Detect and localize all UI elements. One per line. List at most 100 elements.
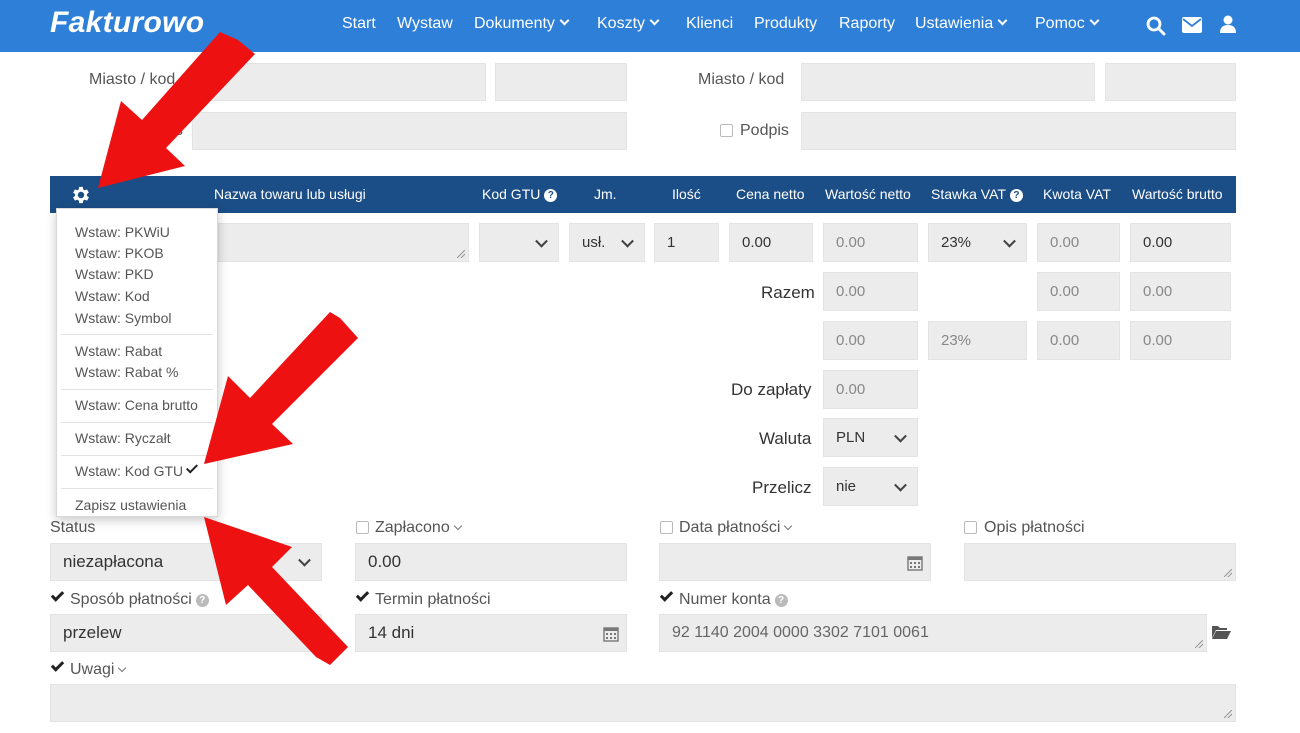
due-label: Termin płatności	[375, 591, 491, 608]
payment-date-label[interactable]: Data płatności	[679, 519, 793, 537]
menu-item-rabat-percent[interactable]: Wstaw: Rabat %	[75, 364, 178, 380]
chevron-down-icon	[649, 15, 660, 26]
to-pay-field: 0.00	[823, 370, 918, 409]
quantity-input[interactable]: 1	[654, 223, 719, 262]
paid-input[interactable]: 0.00	[355, 543, 627, 581]
method-check-icon[interactable]	[50, 588, 65, 602]
help-icon[interactable]: ?	[195, 594, 209, 607]
nav-wystaw[interactable]: Wystaw	[397, 15, 453, 33]
chevron-down-icon	[298, 553, 311, 567]
item-name-textarea[interactable]	[218, 223, 469, 262]
account-check-icon[interactable]	[659, 588, 674, 602]
net-price-input[interactable]: 0.00	[729, 223, 813, 262]
payment-desc-checkbox[interactable]	[964, 521, 977, 534]
seller-zip-input[interactable]	[495, 63, 627, 101]
menu-item-pkob[interactable]: Wstaw: PKOB	[75, 245, 164, 261]
to-pay-label: Do zapłaty	[731, 380, 812, 399]
calendar-icon[interactable]	[603, 626, 619, 642]
resize-handle-icon[interactable]	[1195, 640, 1203, 648]
header-vat-rate: Stawka VAT?	[931, 186, 1023, 203]
menu-item-save-settings[interactable]: Zapisz ustawienia	[75, 497, 186, 513]
menu-item-gtu-code[interactable]: Wstaw: Kod GTU	[75, 461, 199, 479]
status-select[interactable]: niezapłacona	[50, 543, 322, 581]
resize-handle-icon[interactable]	[1224, 569, 1232, 577]
seller-city-label: Miasto / kod	[89, 71, 176, 88]
nav-ustawienia[interactable]: Ustawienia	[915, 15, 1008, 33]
menu-divider	[61, 422, 213, 423]
nav-start[interactable]: Start	[342, 15, 376, 33]
paid-label[interactable]: Zapłacono	[375, 519, 462, 537]
rate-net-field: 0.00	[823, 321, 918, 360]
buyer-city-input[interactable]	[801, 63, 1095, 101]
nav-klienci[interactable]: Klienci	[686, 15, 733, 33]
seller-city-input[interactable]	[192, 63, 486, 101]
seller-signature-check-icon[interactable]	[114, 119, 129, 133]
due-check-icon[interactable]	[355, 588, 370, 602]
resize-handle-icon[interactable]	[1224, 710, 1232, 718]
total-label: Razem	[761, 283, 815, 302]
gross-value-input[interactable]: 0.00	[1130, 223, 1231, 262]
menu-item-pkwiu[interactable]: Wstaw: PKWiU	[75, 224, 170, 240]
help-icon[interactable]: ?	[774, 594, 788, 607]
menu-item-kod[interactable]: Wstaw: Kod	[75, 288, 150, 304]
account-textarea[interactable]: 92 1140 2004 0000 3302 7101 0061	[659, 614, 1207, 652]
settings-dropdown-menu: Wstaw: PKWiU Wstaw: PKOB Wstaw: PKD Wsta…	[56, 208, 218, 517]
notes-check-icon[interactable]	[50, 658, 65, 672]
menu-item-rabat[interactable]: Wstaw: Rabat	[75, 343, 162, 359]
nav-dokumenty[interactable]: Dokumenty	[474, 15, 570, 33]
total-net-field: 0.00	[823, 272, 918, 311]
help-icon[interactable]: ?	[544, 189, 558, 202]
buyer-signature-checkbox[interactable]	[720, 124, 733, 137]
gtu-select[interactable]	[479, 223, 559, 262]
notes-label[interactable]: Uwagi	[70, 661, 127, 679]
menu-item-pkd[interactable]: Wstaw: PKD	[75, 266, 154, 282]
vat-amount-field: 0.00	[1037, 223, 1120, 262]
buyer-signature-input[interactable]	[801, 112, 1236, 150]
menu-item-lump-sum[interactable]: Wstaw: Ryczałt	[75, 430, 171, 446]
menu-divider	[61, 334, 213, 335]
items-table-header: Nazwa towaru lub usługi Kod GTU? Jm. Ilo…	[50, 176, 1236, 213]
vat-rate-select[interactable]: 23%	[928, 223, 1027, 262]
chevron-down-icon	[1003, 234, 1016, 248]
menu-item-symbol[interactable]: Wstaw: Symbol	[75, 310, 171, 326]
menu-item-gross-price[interactable]: Wstaw: Cena brutto	[75, 397, 198, 413]
payment-desc-textarea[interactable]	[964, 543, 1236, 581]
notes-textarea[interactable]	[50, 684, 1236, 722]
payment-date-checkbox[interactable]	[660, 521, 673, 534]
nav-pomoc[interactable]: Pomoc	[1035, 15, 1100, 33]
buyer-zip-input[interactable]	[1105, 63, 1236, 101]
user-icon[interactable]	[1220, 15, 1236, 33]
nav-produkty[interactable]: Produkty	[754, 15, 817, 33]
chevron-down-icon	[894, 429, 907, 443]
nav-raporty[interactable]: Raporty	[839, 15, 895, 33]
header-item-name: Nazwa towaru lub usługi	[214, 186, 366, 202]
payment-date-input[interactable]	[659, 543, 931, 581]
top-navbar: Fakturowo Start Wystaw Dokumenty Koszty …	[0, 0, 1300, 52]
convert-label: Przelicz	[752, 478, 812, 497]
logo[interactable]: Fakturowo	[50, 6, 204, 40]
header-unit: Jm.	[594, 186, 617, 202]
method-select[interactable]: przelew	[50, 614, 322, 652]
currency-label: Waluta	[759, 429, 812, 448]
resize-handle-icon[interactable]	[457, 250, 465, 258]
status-label: Status	[50, 519, 96, 536]
buyer-signature-label: Podpis	[740, 122, 789, 139]
search-icon[interactable]	[1146, 16, 1166, 36]
help-icon[interactable]: ?	[1009, 189, 1023, 202]
chevron-down-icon	[621, 234, 634, 248]
method-label: Sposób płatności?	[70, 591, 209, 609]
convert-select[interactable]: nie	[823, 467, 918, 506]
calendar-icon[interactable]	[907, 555, 923, 571]
nav-koszty[interactable]: Koszty	[597, 15, 660, 33]
unit-select[interactable]: usł.	[569, 223, 645, 262]
envelope-icon[interactable]	[1182, 17, 1202, 33]
gear-icon[interactable]	[70, 184, 92, 206]
paid-checkbox[interactable]	[356, 521, 369, 534]
rate-vat-rate-field: 23%	[928, 321, 1027, 360]
chevron-down-icon	[784, 521, 793, 531]
seller-signature-input[interactable]	[192, 112, 627, 150]
rate-gross-field: 0.00	[1130, 321, 1231, 360]
due-input[interactable]: 14 dni	[355, 614, 627, 652]
currency-select[interactable]: PLN	[823, 418, 918, 457]
folder-open-icon[interactable]	[1211, 624, 1231, 640]
